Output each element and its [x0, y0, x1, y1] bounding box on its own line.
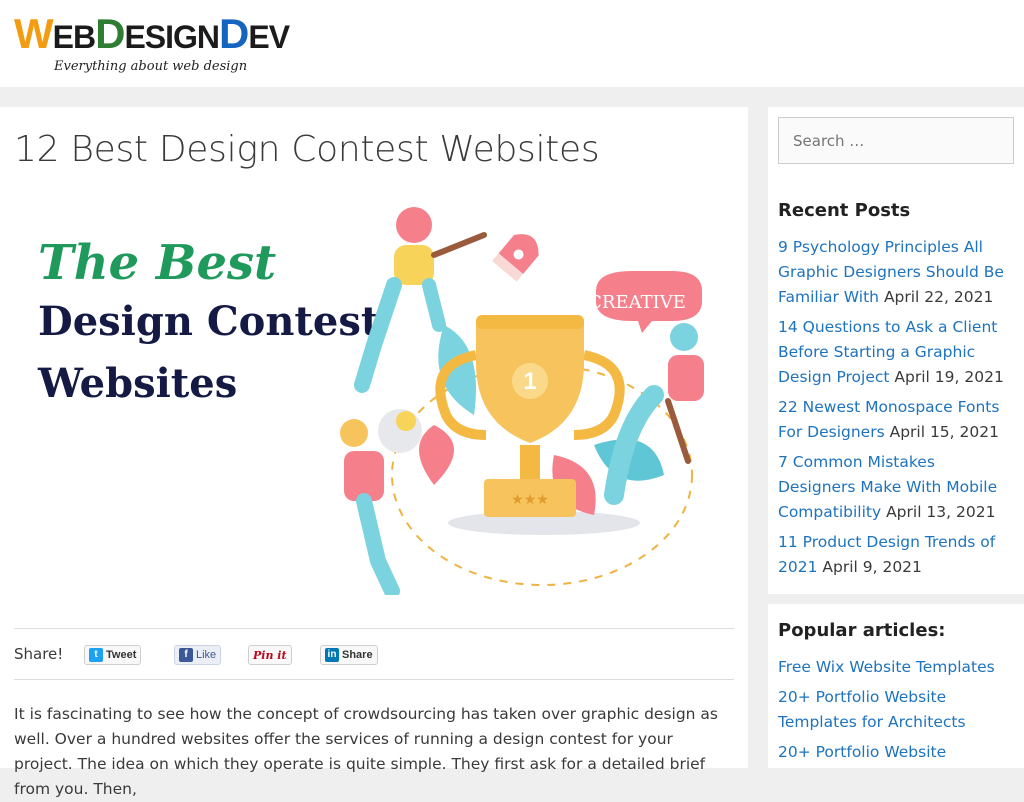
- twitter-icon: t: [89, 648, 103, 662]
- share-bar: Share! t Tweet f Like Pin it in Share: [14, 628, 734, 680]
- article-body: It is fascinating to see how the concept…: [14, 705, 719, 798]
- site-logo[interactable]: WEBDESIGNDEV Everything about web design: [14, 10, 290, 75]
- site-header: WEBDESIGNDEV Everything about web design: [0, 0, 1024, 87]
- like-label: Like: [196, 649, 217, 661]
- popular-article-link[interactable]: 20+ Portfolio Website Templates for Arch…: [778, 688, 966, 731]
- main-content: 12 Best Design Contest Websites The Best…: [0, 107, 748, 798]
- linkedin-share-label: Share: [342, 649, 373, 661]
- hero-illustration: 1 ★★★ CREATIVE: [340, 207, 704, 595]
- list-item: 22 Newest Monospace Fonts For Designers …: [778, 395, 1008, 445]
- list-item: 7 Common Mistakes Designers Make With Mo…: [778, 450, 1008, 525]
- page-title: 12 Best Design Contest Websites: [14, 129, 600, 170]
- featured-image: The Best Design Contest Websites 1 ★★★ C…: [14, 195, 734, 595]
- logo-tagline: Everything about web design: [54, 59, 248, 74]
- tweet-label: Tweet: [106, 649, 137, 661]
- list-item: 20+ Portfolio Website Templates for Arch…: [778, 685, 1008, 735]
- search-input[interactable]: [778, 117, 1014, 164]
- list-item: 14 Questions to Ask a Client Before Star…: [778, 315, 1008, 390]
- popular-articles-list: Free Wix Website Templates 20+ Portfolio…: [778, 655, 1008, 770]
- popular-articles-widget: Popular articles: Free Wix Website Templ…: [768, 604, 1024, 768]
- share-label: Share!: [14, 645, 64, 663]
- popular-articles-title: Popular articles:: [778, 620, 946, 641]
- post-date: April 19, 2021: [894, 368, 1004, 386]
- tweet-button[interactable]: t Tweet: [84, 645, 142, 665]
- creative-bubble-text: CREATIVE: [588, 292, 686, 313]
- pinit-label: Pin it: [253, 648, 287, 662]
- search-widget: [768, 107, 1024, 184]
- facebook-icon: f: [179, 648, 193, 662]
- linkedin-share-button[interactable]: in Share: [320, 645, 378, 665]
- pinterest-button[interactable]: Pin it: [248, 645, 292, 665]
- post-date: April 22, 2021: [883, 288, 994, 306]
- recent-posts-widget: Recent Posts 9 Psychology Principles All…: [768, 184, 1024, 594]
- list-item: 20+ Portfolio Website: [778, 740, 1008, 765]
- linkedin-icon: in: [325, 648, 339, 662]
- popular-article-link[interactable]: Free Wix Website Templates: [778, 658, 995, 676]
- list-item: 11 Product Design Trends of 2021 April 9…: [778, 530, 1008, 580]
- post-date: April 13, 2021: [886, 503, 996, 521]
- popular-article-link[interactable]: 20+ Portfolio Website: [778, 743, 946, 761]
- recent-posts-list: 9 Psychology Principles All Graphic Desi…: [778, 235, 1008, 585]
- post-date: April 9, 2021: [822, 558, 922, 576]
- svg-text:★★★: ★★★: [511, 492, 549, 508]
- logo-wordmark: WEBDESIGNDEV: [14, 10, 290, 57]
- facebook-like-button[interactable]: f Like: [174, 645, 222, 665]
- list-item: 9 Psychology Principles All Graphic Desi…: [778, 235, 1008, 310]
- trophy-number: 1: [523, 368, 536, 395]
- list-item: Free Wix Website Templates: [778, 655, 1008, 680]
- recent-posts-title: Recent Posts: [778, 200, 911, 221]
- post-date: April 15, 2021: [889, 423, 999, 441]
